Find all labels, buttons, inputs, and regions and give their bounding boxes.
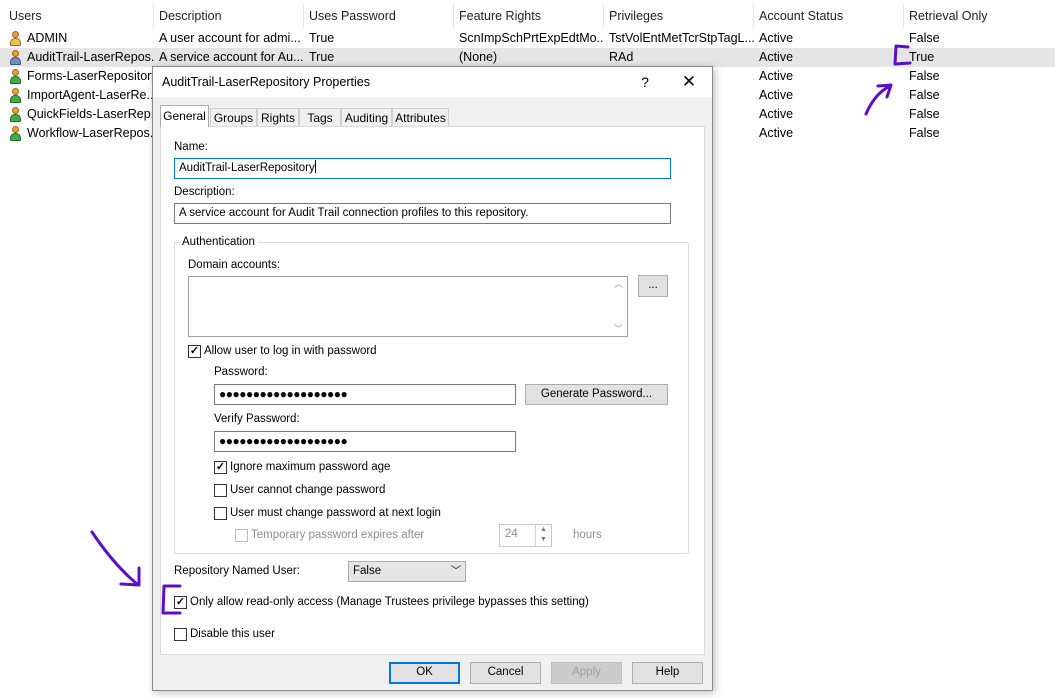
cell-account-status: Active (759, 126, 794, 140)
must-change-password-checkbox[interactable] (214, 507, 227, 520)
tab-groups[interactable]: Groups (210, 108, 257, 127)
user-icon (9, 31, 22, 46)
cell-user-name: ADMIN (27, 31, 68, 45)
user-icon (9, 69, 22, 84)
tab-tags[interactable]: Tags (299, 108, 341, 127)
cell-retrieval-only: True (909, 50, 935, 64)
temp-password-expires-checkbox[interactable] (235, 529, 248, 542)
dialog-titlebar[interactable]: AuditTrail-LaserRepository Properties ? … (153, 67, 712, 97)
temp-password-days-stepper[interactable]: 24 ▲ ▼ (499, 524, 552, 547)
tab-attributes[interactable]: Attributes (392, 108, 449, 127)
cell-privileges: TstVolEntMetTcrStpTagL... (609, 31, 754, 45)
must-change-password-label: User must change password at next login (230, 507, 441, 519)
annotation-arrow-bottom (90, 530, 141, 587)
user-icon (9, 107, 22, 122)
disable-user-label: Disable this user (190, 628, 276, 640)
cell-feature-rights: ScnImpSchPrtExpEdtMo... (459, 31, 604, 45)
cell-retrieval-only: False (909, 88, 940, 102)
cell-privileges: RAd (609, 50, 634, 64)
verify-password-label: Verify Password: (214, 413, 300, 425)
name-label: Name: (174, 141, 208, 153)
tab-general[interactable]: General (160, 105, 209, 127)
cell-user-name: Forms-LaserRepository (27, 69, 154, 83)
list-header: Users Description Uses Password Feature … (0, 4, 1055, 28)
apply-button[interactable]: Apply (551, 662, 622, 684)
disable-user-checkbox[interactable] (174, 628, 187, 641)
cell-retrieval-only: False (909, 31, 940, 45)
cell-feature-rights: (None) (459, 50, 498, 64)
tab-auditing[interactable]: Auditing (341, 108, 392, 127)
description-field[interactable]: A service account for Audit Trail connec… (174, 203, 671, 224)
scroll-up-icon[interactable]: ︿ (610, 277, 627, 291)
cell-user-name: ImportAgent-LaserRe... (27, 88, 154, 102)
table-row[interactable]: ADMIN A user account for admi... True ScnIm… (0, 29, 1055, 48)
ok-button[interactable]: OK (389, 662, 460, 684)
help-button[interactable]: Help (632, 662, 703, 684)
tab-rights[interactable]: Rights (257, 108, 299, 127)
close-icon[interactable]: ✕ (677, 71, 701, 93)
column-header-description[interactable]: Description (154, 4, 304, 28)
column-header-retrieval-only[interactable]: Retrieval Only (904, 4, 1055, 28)
domain-accounts-scrollbar[interactable]: ︿ ﹀ (610, 277, 627, 336)
cell-user-name: AuditTrail-LaserRepos... (27, 50, 154, 64)
domain-accounts-label: Domain accounts: (188, 259, 281, 271)
cell-uses-password: True (309, 31, 335, 45)
authentication-group-title: Authentication (179, 236, 258, 248)
cell-retrieval-only: False (909, 69, 940, 83)
hours-label: hours (573, 529, 602, 541)
ignore-max-age-label: Ignore maximum password age (230, 461, 391, 473)
temp-password-expires-label: Temporary password expires after (251, 529, 425, 541)
cannot-change-password-checkbox[interactable] (214, 484, 227, 497)
readonly-access-label: Only allow read-only access (Manage Trus… (190, 596, 589, 608)
user-icon (9, 88, 22, 103)
properties-dialog: AuditTrail-LaserRepository Properties ? … (152, 66, 713, 691)
cell-account-status: Active (759, 50, 794, 64)
description-label: Description: (174, 186, 235, 198)
readonly-access-checkbox[interactable]: ✓ (174, 596, 187, 609)
table-row[interactable]: AuditTrail-LaserRepos... A service accoun… (0, 48, 1055, 67)
stepper-up-icon[interactable]: ▲ (536, 525, 551, 535)
column-header-feature-rights[interactable]: Feature Rights (454, 4, 604, 28)
domain-accounts-list[interactable]: ︿ ﹀ (188, 276, 628, 337)
cannot-change-password-label: User cannot change password (230, 484, 386, 496)
cell-account-status: Active (759, 88, 794, 102)
password-field[interactable]: ●●●●●●●●●●●●●●●●●●● (214, 384, 516, 405)
cancel-button[interactable]: Cancel (470, 662, 541, 684)
dialog-title: AuditTrail-LaserRepository Properties (162, 75, 370, 89)
column-header-privileges[interactable]: Privileges (604, 4, 754, 28)
cell-account-status: Active (759, 31, 794, 45)
temp-password-days-value: 24 (505, 528, 518, 540)
cell-description: A service account for Au... (159, 50, 304, 64)
allow-password-checkbox[interactable]: ✓ (188, 345, 201, 358)
verify-password-field[interactable]: ●●●●●●●●●●●●●●●●●●● (214, 431, 516, 452)
chevron-down-icon: ﹀ (451, 566, 461, 577)
stepper-down-icon[interactable]: ▼ (536, 535, 551, 545)
column-header-account-status[interactable]: Account Status (754, 4, 904, 28)
column-header-users[interactable]: Users (4, 4, 154, 28)
password-label: Password: (214, 366, 268, 378)
cell-uses-password: True (309, 50, 335, 64)
generate-password-button[interactable]: Generate Password... (525, 384, 668, 405)
column-header-uses-password[interactable]: Uses Password (304, 4, 454, 28)
user-icon (9, 126, 22, 141)
user-icon (9, 50, 22, 65)
stepper-arrows[interactable]: ▲ ▼ (535, 525, 551, 546)
allow-password-label: Allow user to log in with password (204, 345, 377, 357)
named-user-label: Repository Named User: (174, 565, 300, 577)
named-user-select[interactable]: False ﹀ (348, 561, 466, 582)
cell-user-name: QuickFields-LaserRep... (27, 107, 154, 121)
scroll-down-icon[interactable]: ﹀ (610, 322, 627, 336)
cell-account-status: Active (759, 69, 794, 83)
ignore-max-age-checkbox[interactable]: ✓ (214, 461, 227, 474)
browse-domain-accounts-button[interactable]: ... (638, 275, 668, 297)
cell-user-name: Workflow-LaserRepos... (27, 126, 154, 140)
cell-description: A user account for admi... (159, 31, 301, 45)
general-tab-panel: Name: AuditTrail-LaserRepository Descrip… (160, 126, 705, 655)
cell-retrieval-only: False (909, 126, 940, 140)
cell-retrieval-only: False (909, 107, 940, 121)
cell-account-status: Active (759, 107, 794, 121)
name-field[interactable]: AuditTrail-LaserRepository (174, 158, 671, 179)
help-icon[interactable]: ? (635, 72, 655, 92)
